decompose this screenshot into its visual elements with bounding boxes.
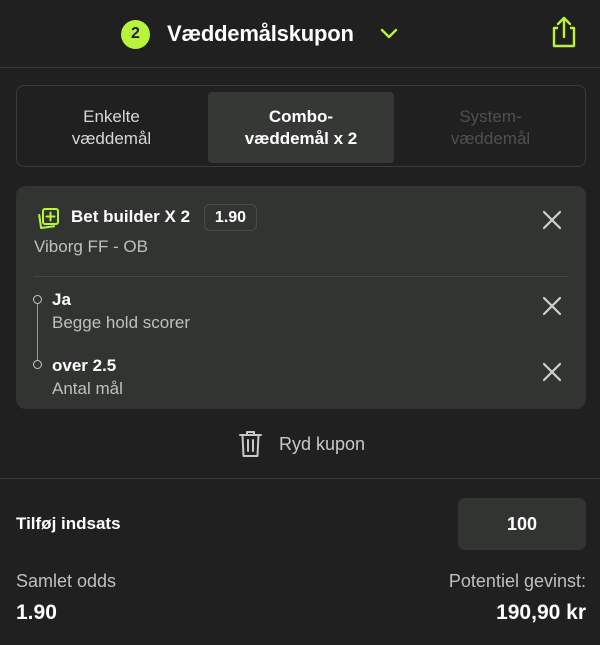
selection-market: Antal mål	[52, 379, 123, 398]
total-odds-value: 1.90	[16, 601, 57, 624]
chevron-down-icon[interactable]	[380, 25, 398, 43]
remove-bet-builder-close-icon[interactable]	[541, 209, 563, 231]
stake-label: Tilføj indsats	[16, 514, 121, 533]
total-odds-label: Samlet odds	[16, 571, 117, 591]
bet-builder-odds: 1.90	[204, 204, 257, 231]
timeline-dot	[33, 295, 42, 304]
coupon-title-toggle[interactable]: 2 Væddemålskupon	[121, 19, 398, 49]
clear-coupon-button[interactable]: Ryd kupon	[238, 428, 365, 460]
selection-market: Begge hold scorer	[52, 313, 190, 332]
tab-single-bets[interactable]: Enkelte væddemål	[19, 92, 204, 163]
match-name: Viborg FF - OB	[34, 237, 148, 256]
selection-name: over 2.5	[52, 356, 117, 375]
page-title: Væddemålskupon	[167, 21, 354, 46]
footer-divider	[0, 478, 600, 479]
timeline-dot	[33, 360, 42, 369]
selection-timeline	[37, 300, 38, 364]
share-icon[interactable]	[549, 15, 579, 49]
bet-builder-card: Bet builder X 2 1.90 Viborg FF - OB Ja B…	[16, 186, 586, 409]
tab-label-line1: Enkelte	[83, 106, 140, 126]
selection-count-badge: 2	[121, 19, 150, 49]
remove-selection-close-icon[interactable]	[541, 295, 563, 317]
trash-icon	[238, 429, 263, 459]
bet-builder-title: Bet builder X 2	[71, 207, 191, 226]
tab-label-line2: væddemål	[71, 128, 152, 148]
bet-type-tabs: Enkelte væddemål Combo-væddemål x 2 Syste…	[16, 85, 586, 167]
potential-win-value: 190,90 kr	[496, 601, 586, 624]
remove-selection-close-icon[interactable]	[541, 361, 563, 383]
tab-label-line1: System-	[459, 106, 522, 126]
clear-coupon-label: Ryd kupon	[279, 433, 366, 454]
bet-builder-icon	[36, 206, 61, 231]
tab-system-bets[interactable]: System-væddemål	[398, 92, 583, 163]
tab-label-line2: væddemål	[450, 128, 531, 148]
coupon-header: 2 Væddemålskupon	[0, 0, 600, 68]
potential-win-label: Potentiel gevinst:	[448, 571, 586, 591]
tab-combo-bets[interactable]: Combo-væddemål x 2	[208, 92, 394, 163]
tab-label-line2: væddemål x 2	[244, 128, 358, 148]
stake-input[interactable]	[458, 498, 586, 550]
card-divider	[34, 276, 568, 277]
tab-label-line1: Combo-	[268, 106, 334, 126]
selection-name: Ja	[52, 290, 71, 309]
